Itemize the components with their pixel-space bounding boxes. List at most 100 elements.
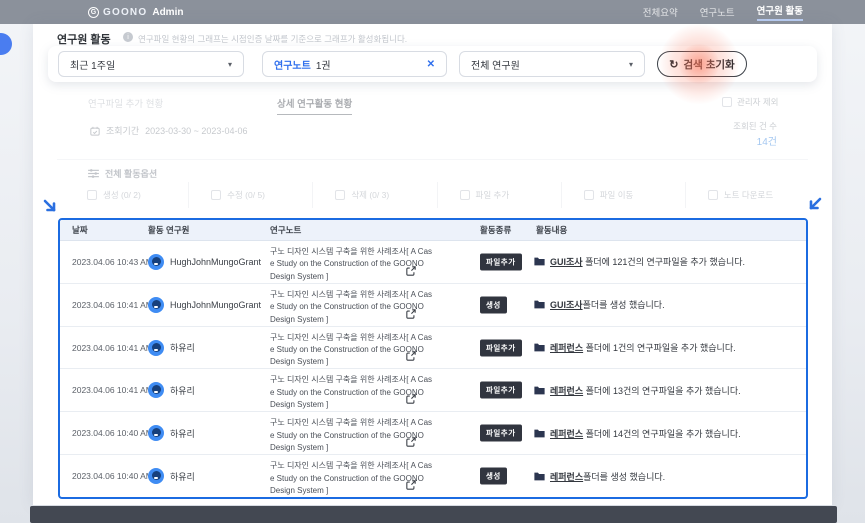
- avatar: [148, 382, 164, 399]
- folder-link[interactable]: GUI조사: [550, 257, 583, 267]
- tab-detail-activity-status[interactable]: 상세 연구활동 현황: [277, 96, 353, 115]
- option-file-add-label: 파일 추가: [475, 190, 510, 200]
- top-navbar: G GOONO Admin 전체요약 연구노트 연구원 활동: [0, 0, 865, 24]
- activity-text: 폴더를 생성 했습니다.: [583, 471, 666, 482]
- goono-logo-icon: G: [88, 6, 99, 18]
- option-create[interactable]: 생성 (0/ 2): [62, 182, 188, 208]
- main-content-card: 연구원 활동 i 연구파일 현황의 그래프는 시점인증 날짜를 기준으로 그래프…: [33, 24, 832, 505]
- researcher-name: 하유리: [170, 471, 195, 482]
- row-note-title: 구노 디자인 시스템 구축을 위한 사례조사[ A Cas e Study on…: [270, 460, 440, 497]
- external-link-icon[interactable]: [406, 437, 416, 447]
- table-body: 2023.04.06 10:43 AM HughJohnMungoGrant 구…: [60, 241, 806, 497]
- query-period-value: 2023-03-30 ~ 2023-04-06: [145, 125, 248, 136]
- period-dropdown[interactable]: 최근 1주일 ▾: [58, 51, 244, 77]
- researcher-dropdown[interactable]: 전체 연구원 ▾: [459, 51, 645, 77]
- page-caption: 연구파일 현황의 그래프는 시점인증 날짜를 기준으로 그래프가 활성화됩니다.: [138, 34, 408, 44]
- external-link-icon[interactable]: [406, 394, 416, 405]
- nav-item-summary[interactable]: 전체요약: [643, 5, 678, 19]
- search-reset-button[interactable]: ↻ 검색 초기화: [657, 51, 747, 77]
- col-date: 날짜: [72, 225, 88, 235]
- option-note-download-label: 노트 다운로드: [723, 190, 774, 200]
- note-line: 구노 디자인 시스템 구축을 위한 사례조사[ A Cas: [270, 418, 433, 428]
- row-activity-detail: 레퍼런스 폴더에 14건의 연구파일을 추가 했습니다.: [534, 412, 741, 454]
- table-row: 2023.04.06 10:41 AM HughJohnMungoGrant 구…: [60, 282, 806, 326]
- logo-text-admin: Admin: [152, 6, 184, 18]
- tab-file-add-status[interactable]: 연구파일 추가 현황: [88, 96, 163, 110]
- chevron-down-icon: ▾: [628, 59, 633, 69]
- note-line: 구노 디자인 시스템 구축을 위한 사례조사[ A Cas: [270, 461, 433, 471]
- activity-option-row: 생성 (0/ 2) 수정 (0/ 5) 삭제 (0/ 3) 파일 추가 파일 이…: [62, 182, 809, 208]
- note-line: 구노 디자인 시스템 구축을 위한 사례조사[ A Cas: [270, 289, 433, 299]
- activity-text: 폴더를 생성 했습니다.: [582, 300, 665, 311]
- col-note: 연구노트: [270, 225, 302, 235]
- folder-link[interactable]: GUI조사: [550, 300, 583, 310]
- external-link-icon[interactable]: [406, 351, 416, 362]
- row-date: 2023.04.06 10:41 AM: [72, 385, 153, 396]
- row-researcher: HughJohnMungoGrant: [148, 296, 262, 313]
- option-delete[interactable]: 삭제 (0/ 3): [312, 182, 436, 208]
- activity-table: 날짜 활동 연구원 연구노트 활동종류 활동내용 2023.04.06 10:4…: [58, 218, 808, 499]
- table-header: 날짜 활동 연구원 연구노트 활동종류 활동내용: [60, 220, 806, 241]
- option-delete-label: 삭제 (0/ 3): [351, 190, 390, 200]
- folder-link[interactable]: 레퍼런스: [550, 386, 583, 396]
- option-edit[interactable]: 수정 (0/ 5): [188, 182, 312, 208]
- note-filter-chip[interactable]: 연구노트 1권 ✕: [262, 51, 447, 77]
- checkbox-icon: [707, 190, 718, 200]
- activity-text: 폴더에 121건의 연구파일을 추가 했습니다.: [582, 257, 746, 268]
- folder-link[interactable]: 레퍼런스: [550, 429, 583, 439]
- activity-type-badge: 생성: [480, 296, 507, 314]
- row-researcher: 하유리: [148, 382, 195, 399]
- nav-item-notes[interactable]: 연구노트: [700, 5, 735, 19]
- avatar: [148, 253, 164, 270]
- logo-text-goono: GOONO: [103, 6, 148, 18]
- external-link-icon[interactable]: [406, 308, 416, 319]
- folder-icon: [534, 257, 545, 266]
- option-edit-label: 수정 (0/ 5): [227, 190, 266, 200]
- result-count-value: 14건: [756, 137, 777, 148]
- option-file-move[interactable]: 파일 이동: [560, 182, 685, 208]
- admin-exclude-checkbox[interactable]: 관리자 제외: [722, 96, 778, 108]
- nav-item-researcher-activity[interactable]: 연구원 활동: [756, 3, 803, 21]
- external-link-icon[interactable]: [406, 480, 416, 490]
- calendar-icon: [90, 126, 100, 136]
- table-row: 2023.04.06 10:40 AM 하유리 구노 디자인 시스템 구축을 위…: [60, 454, 806, 497]
- folder-icon: [534, 429, 545, 438]
- note-line: 구노 디자인 시스템 구축을 위한 사례조사[ A Cas: [270, 332, 433, 342]
- row-researcher: HughJohnMungoGrant: [148, 253, 261, 270]
- option-file-add[interactable]: 파일 추가: [436, 182, 561, 208]
- activity-type-badge: 파일추가: [480, 381, 522, 399]
- row-note-title: 구노 디자인 시스템 구축을 위한 사례조사[ A Cas e Study on…: [270, 289, 440, 326]
- activity-options-title: 전체 활동옵션: [88, 167, 157, 180]
- activity-type-badge: 파일추가: [480, 339, 522, 357]
- search-reset-label: 검색 초기화: [683, 58, 735, 71]
- goono-admin-logo: G GOONO Admin: [88, 6, 184, 18]
- note-line: 구노 디자인 시스템 구축을 위한 사례조사[ A Cas: [270, 247, 433, 256]
- row-note-title: 구노 디자인 시스템 구축을 위한 사례조사[ A Cas e Study on…: [270, 417, 440, 454]
- result-count-label: 조회된 건 수: [733, 121, 777, 131]
- bottom-frame-bar: [30, 506, 837, 523]
- avatar: [148, 339, 164, 356]
- row-note-title: 구노 디자인 시스템 구축을 위한 사례조사[ A Cas e Study on…: [270, 246, 440, 283]
- pointer-arrow-right-icon: [809, 197, 822, 210]
- row-activity-detail: 레퍼런스폴더를 생성 했습니다.: [534, 455, 665, 497]
- folder-link[interactable]: 레퍼런스: [550, 343, 583, 353]
- researcher-name: HughJohnMungoGrant: [170, 299, 262, 310]
- checkbox-icon: [87, 190, 97, 200]
- external-link-icon[interactable]: [406, 266, 416, 276]
- checkbox-icon: [211, 190, 222, 200]
- checkbox-icon: [335, 190, 346, 200]
- period-dropdown-value: 최근 1주일: [70, 60, 116, 72]
- folder-link[interactable]: 레퍼런스: [550, 472, 583, 482]
- row-date: 2023.04.06 10:41 AM: [72, 342, 153, 353]
- row-date: 2023.04.06 10:41 AM: [72, 299, 153, 310]
- floating-help-button[interactable]: [0, 33, 12, 55]
- option-file-move-label: 파일 이동: [599, 190, 634, 200]
- table-row: 2023.04.06 10:41 AM 하유리 구노 디자인 시스템 구축을 위…: [60, 325, 806, 369]
- row-note-title: 구노 디자인 시스템 구축을 위한 사례조사[ A Cas e Study on…: [270, 374, 440, 411]
- filter-bar: 최근 1주일 ▾ 연구노트 1권 ✕ 전체 연구원 ▾ ↻ 검색 초기화: [48, 46, 817, 82]
- option-note-download[interactable]: 노트 다운로드: [684, 182, 809, 208]
- checkbox-icon: [459, 190, 470, 200]
- pointer-arrow-left-icon: [43, 199, 56, 212]
- row-activity-detail: 레퍼런스 폴더에 1건의 연구파일을 추가 했습니다.: [534, 327, 736, 369]
- close-icon[interactable]: ✕: [427, 59, 435, 70]
